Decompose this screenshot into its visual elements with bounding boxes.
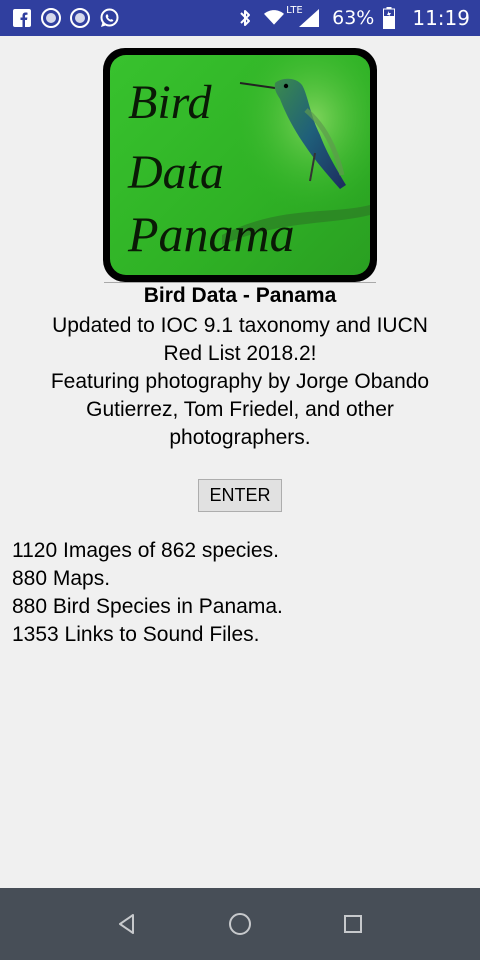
notification-icons (12, 8, 119, 28)
stat-item: 1353 Links to Sound Files. (12, 623, 260, 646)
stats-list: 1120 Images of 862 species. 880 Maps. 88… (12, 537, 472, 649)
logo-divider (104, 282, 376, 283)
description-line: Updated to IOC 9.1 taxonomy and IUCN (52, 314, 428, 337)
facebook-icon (12, 8, 32, 28)
stat-item: 1120 Images of 862 species. (12, 539, 279, 562)
wifi-icon (264, 8, 285, 28)
logo-text-line: Data (128, 146, 224, 199)
description: Updated to IOC 9.1 taxonomy and IUCN Red… (20, 312, 460, 452)
description-line: Featuring photography by Jorge Obando (50, 370, 430, 393)
description-line: photographers. (169, 426, 311, 449)
main-content: Bird Data Panama Bird Data - Panama Upda… (0, 36, 480, 888)
logo-text-line: Panama (128, 206, 295, 262)
back-icon[interactable] (107, 904, 147, 944)
recents-icon[interactable] (333, 904, 373, 944)
status-bar: LTE 63% 11:19 (0, 0, 480, 36)
stat-item: 880 Maps. (12, 567, 111, 590)
clock: 11:19 (412, 6, 470, 30)
system-icons: LTE 63% 11:19 (235, 5, 470, 30)
whatsapp-icon (99, 8, 119, 28)
logo-image: Bird Data Panama (110, 55, 370, 275)
description-line: Red List 2018.2! (163, 342, 317, 365)
app-logo: Bird Data Panama (103, 48, 377, 282)
app-title: Bird Data - Panama (143, 284, 337, 307)
circle-app-icon (70, 8, 90, 28)
battery-icon (383, 7, 396, 29)
description-line: Gutierrez, Tom Friedel, and other (86, 398, 394, 421)
cell-signal-icon: LTE (285, 5, 323, 28)
stat-item: 880 Bird Species in Panama. (12, 595, 283, 618)
logo-text-line: Bird (128, 76, 212, 129)
battery-percent: 63% (332, 7, 375, 29)
navigation-bar (0, 888, 480, 960)
enter-button[interactable]: ENTER (198, 479, 282, 512)
home-icon[interactable] (220, 904, 260, 944)
circle-app-icon (41, 8, 61, 28)
bluetooth-icon (235, 8, 255, 28)
network-type-label: LTE (285, 5, 304, 16)
